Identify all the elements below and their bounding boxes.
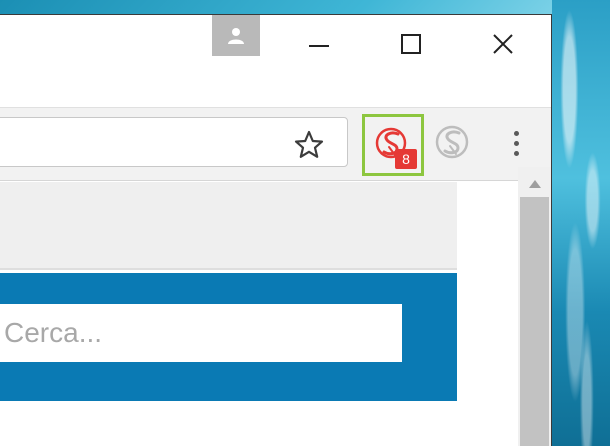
search-input[interactable]: [0, 304, 402, 362]
search-banner: [0, 273, 457, 401]
title-bar: [0, 15, 551, 107]
browser-toolbar: 8: [0, 107, 551, 181]
desktop-wallpaper: [552, 0, 610, 446]
profile-button[interactable]: [212, 15, 260, 56]
kebab-menu-icon: [513, 130, 519, 136]
kebab-menu-dot: [513, 140, 519, 146]
vertical-scrollbar[interactable]: [518, 167, 551, 446]
maximize-icon: [401, 34, 421, 54]
bookmark-star-button[interactable]: [293, 129, 325, 159]
maximize-button[interactable]: [388, 29, 434, 59]
minimize-icon: [309, 45, 329, 47]
triangle-up-icon: [528, 180, 541, 188]
kebab-menu-dot: [513, 150, 519, 156]
star-icon: [294, 130, 324, 158]
close-icon: [493, 34, 513, 54]
person-icon: [228, 27, 244, 44]
extension-button-active[interactable]: 8: [362, 114, 424, 176]
extension-badge-count: 8: [395, 149, 417, 169]
scrollbar-thumb[interactable]: [520, 197, 549, 446]
address-bar[interactable]: [0, 117, 348, 167]
minimize-button[interactable]: [296, 29, 342, 59]
page-header: [0, 182, 457, 270]
extension-s-logo-icon: [435, 125, 469, 159]
page-content: [0, 182, 518, 446]
extension-button-inactive[interactable]: [432, 122, 472, 162]
browser-menu-button[interactable]: [503, 121, 529, 165]
scroll-up-button[interactable]: [518, 175, 551, 193]
close-button[interactable]: [480, 29, 526, 59]
browser-window: 8: [0, 14, 552, 446]
